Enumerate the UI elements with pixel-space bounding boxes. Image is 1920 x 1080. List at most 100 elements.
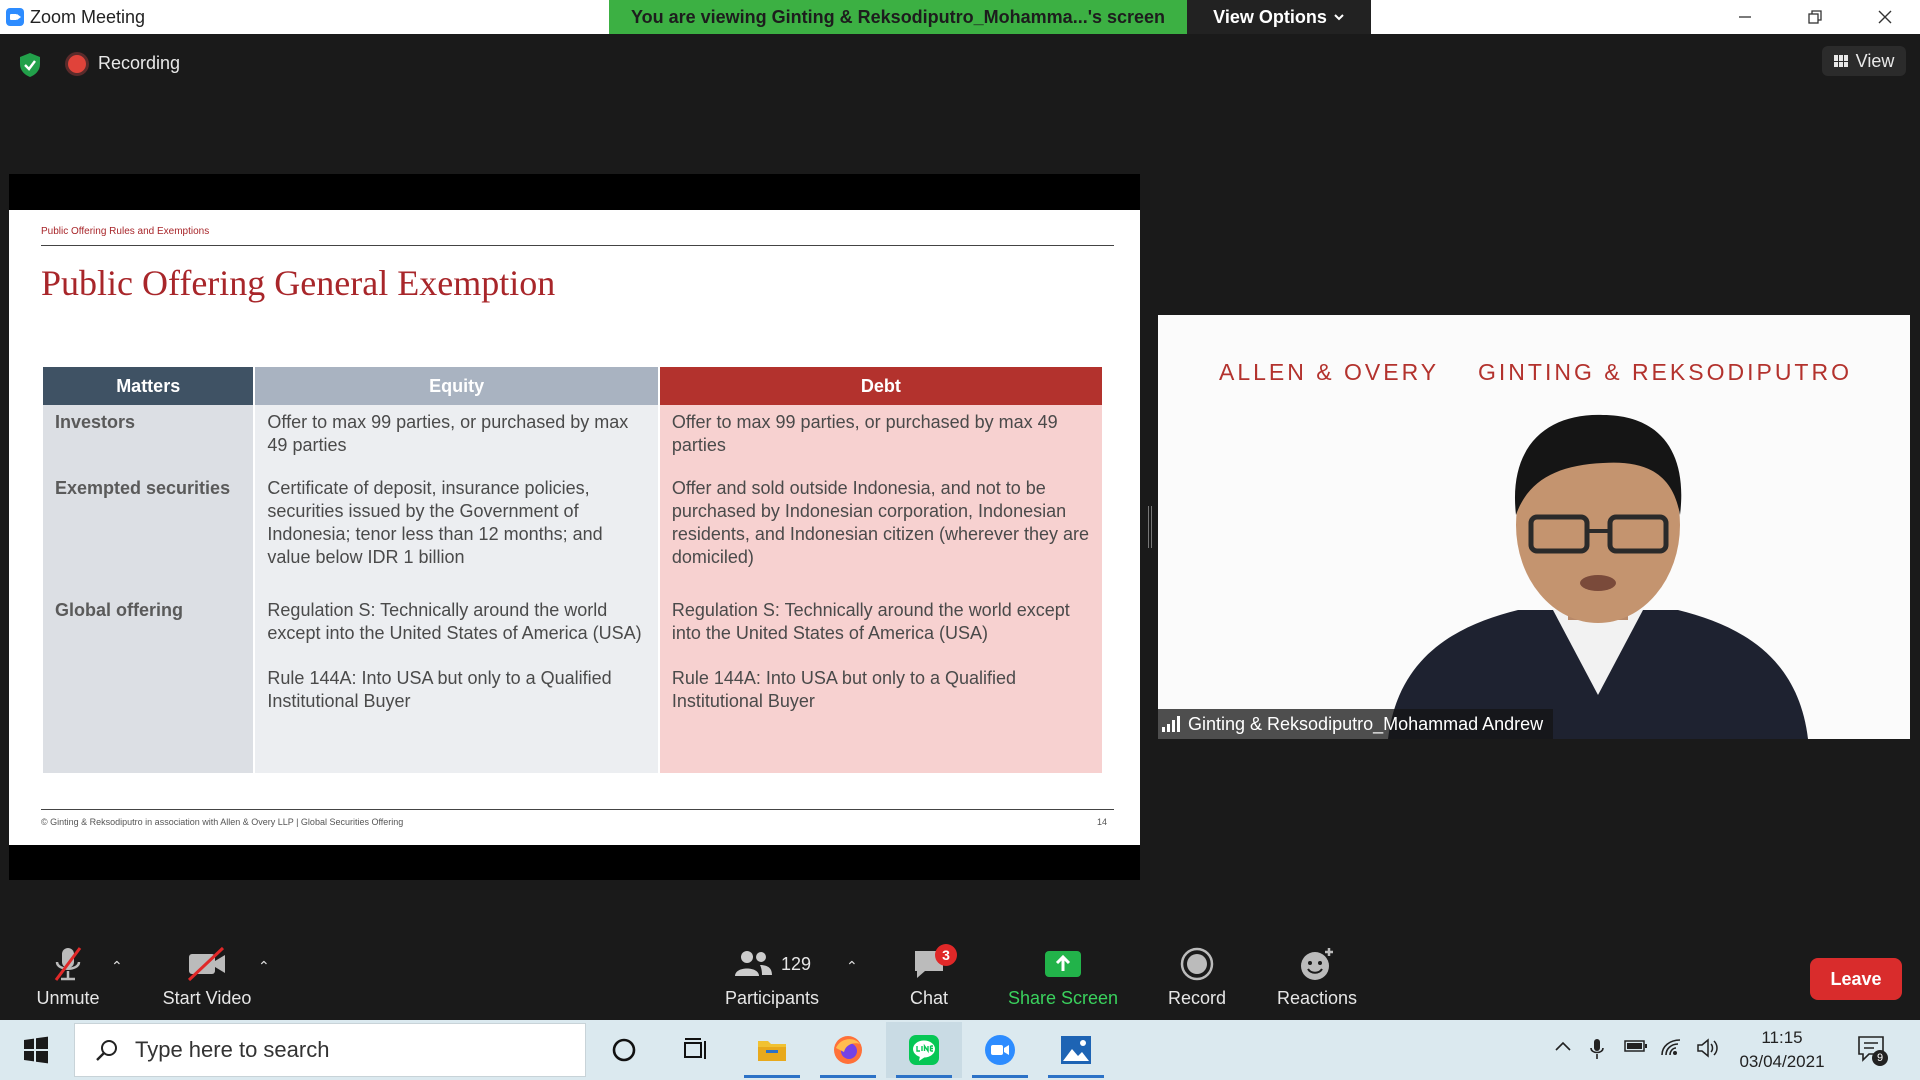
brand-ginting-reksodiputro: GINTING & REKSODIPUTRO (1478, 359, 1852, 385)
share-screen-button[interactable]: Share Screen (1003, 944, 1123, 1016)
task-view-icon (684, 1038, 706, 1059)
participants-button[interactable]: 129 Participants (712, 944, 832, 1016)
running-indicator (896, 1075, 952, 1078)
view-button[interactable]: View (1822, 46, 1906, 76)
view-options-label: View Options (1213, 6, 1327, 27)
table-row: Exempted securities Certificate of depos… (43, 471, 1102, 593)
speaker-video-tile[interactable]: ALLEN & OVERY GINTING & REKSODIPUTRO Gin… (1158, 315, 1910, 739)
matter-cell: Global offering (43, 593, 254, 773)
task-view-button[interactable] (658, 1022, 734, 1078)
windows-start-icon[interactable] (14, 1034, 58, 1066)
cell-text: Regulation S: Technically around the wor… (267, 600, 642, 643)
recording-label: Recording (98, 53, 181, 73)
cortana-button[interactable] (586, 1022, 662, 1078)
audio-options-caret-icon[interactable]: ⌃ (111, 958, 123, 975)
signal-strength-icon (1162, 716, 1180, 732)
recording-indicator-icon (68, 55, 86, 73)
participant-name-tag: Ginting & Reksodiputro_Mohammad Andrew (1158, 709, 1554, 739)
taskbar-line[interactable] (886, 1022, 962, 1078)
speaker-video-image (1388, 414, 1808, 739)
taskbar-zoom[interactable] (962, 1022, 1038, 1078)
view-options-button[interactable]: View Options (1187, 0, 1371, 34)
participant-name: Ginting & Reksodiputro_Mohammad Andrew (1188, 713, 1544, 734)
share-screen-label: Share Screen (1007, 988, 1119, 1008)
chevron-down-icon (1334, 14, 1344, 21)
column-header-equity: Equity (255, 367, 658, 405)
cell-text: Offer to max 99 parties, or purchased by… (671, 412, 1058, 455)
debt-cell: Regulation S: Technically around the wor… (659, 593, 1102, 773)
clock-time: 11:15 (1761, 1028, 1803, 1047)
video-options-caret-icon[interactable]: ⌃ (258, 958, 270, 975)
equity-cell: Certificate of deposit, insurance polici… (255, 471, 658, 593)
leave-button[interactable]: Leave (1810, 958, 1902, 1000)
unmute-button[interactable]: Unmute (8, 944, 128, 1016)
table-header-row: Matters Equity Debt (43, 367, 1102, 405)
slide-bottom-rule (41, 809, 1114, 810)
running-indicator (744, 1075, 800, 1078)
windows-taskbar: Type here to search 11:15 03/04/2021 9 (0, 1020, 1920, 1080)
cell-text: Rule 144A: Into USA but only to a Qualif… (671, 668, 1017, 711)
screen-share-banner: You are viewing Ginting & Reksodiputro_M… (609, 0, 1187, 34)
speaker-volume-icon (1697, 1038, 1718, 1058)
unmute-label: Unmute (36, 988, 100, 1008)
participants-options-caret-icon[interactable]: ⌃ (846, 958, 858, 975)
start-video-button[interactable]: Start Video (147, 944, 267, 1016)
restore-icon (1808, 10, 1822, 24)
taskbar-file-explorer[interactable] (734, 1022, 810, 1078)
wifi-tray-button[interactable] (1660, 1038, 1682, 1061)
zoom-app-icon (6, 8, 24, 26)
presentation-slide: Public Offering Rules and Exemptions Pub… (9, 210, 1140, 845)
slide-footer: © Ginting & Reksodiputro in association … (41, 817, 404, 827)
participants-label: Participants (724, 988, 820, 1008)
cortana-circle-icon (612, 1038, 636, 1062)
taskbar-clock[interactable]: 11:15 03/04/2021 (1734, 1026, 1830, 1074)
action-center-button[interactable]: 9 (1856, 1034, 1888, 1066)
line-messenger-icon (909, 1035, 939, 1065)
taskbar-firefox[interactable] (810, 1022, 886, 1078)
search-placeholder: Type here to search (135, 1037, 330, 1062)
minimize-button[interactable] (1710, 0, 1780, 34)
record-label: Record (1167, 988, 1227, 1008)
slide-title: Public Offering General Exemption (41, 263, 556, 303)
running-indicator (972, 1075, 1028, 1078)
restore-button[interactable] (1780, 0, 1850, 34)
brand-allen-overy: ALLEN & OVERY (1219, 359, 1440, 385)
reactions-button[interactable]: Reactions (1257, 944, 1377, 1016)
chat-label: Chat (909, 988, 949, 1008)
encryption-shield-icon[interactable] (18, 52, 42, 78)
chevron-up-icon (1555, 1041, 1571, 1051)
reactions-smiley-icon (1301, 948, 1333, 980)
matter-cell: Exempted securities (43, 471, 254, 593)
chat-unread-badge: 3 (935, 944, 957, 966)
close-button[interactable] (1850, 0, 1920, 34)
minimize-icon (1739, 16, 1751, 18)
search-icon (96, 1040, 117, 1061)
cell-text: Offer and sold outside Indonesia, and no… (671, 478, 1090, 567)
slide-top-rule (41, 245, 1114, 246)
panel-resize-handle[interactable] (1148, 506, 1152, 548)
chat-button[interactable]: Chat (869, 944, 989, 1016)
battery-icon (1624, 1040, 1647, 1052)
start-video-label: Start Video (162, 988, 252, 1008)
share-screen-icon (1045, 951, 1081, 977)
show-hidden-icons-button[interactable] (1554, 1038, 1572, 1061)
cell-text: Certificate of deposit, insurance polici… (267, 478, 603, 567)
view-button-label: View (1855, 50, 1895, 71)
folder-icon (758, 1041, 786, 1061)
volume-tray-button[interactable] (1696, 1038, 1720, 1063)
equity-cell: Regulation S: Technically around the wor… (255, 593, 658, 773)
taskbar-search-box[interactable]: Type here to search (74, 1023, 586, 1077)
microphone-tray-button[interactable] (1590, 1038, 1604, 1065)
wifi-icon (1661, 1039, 1681, 1056)
slide-page-number: 14 (1097, 817, 1108, 827)
zoom-icon (985, 1035, 1015, 1065)
equity-cell: Offer to max 99 parties, or purchased by… (255, 405, 658, 471)
microphone-muted-icon (54, 947, 82, 981)
record-button[interactable]: Record (1137, 944, 1257, 1016)
taskbar-photos[interactable] (1038, 1022, 1114, 1078)
participant-count: 129 (780, 953, 812, 974)
running-indicator (1048, 1075, 1104, 1078)
battery-tray-button[interactable] (1624, 1038, 1648, 1059)
cell-text: Regulation S: Technically around the wor… (671, 600, 1070, 643)
table-row: Investors Offer to max 99 parties, or pu… (43, 405, 1102, 471)
